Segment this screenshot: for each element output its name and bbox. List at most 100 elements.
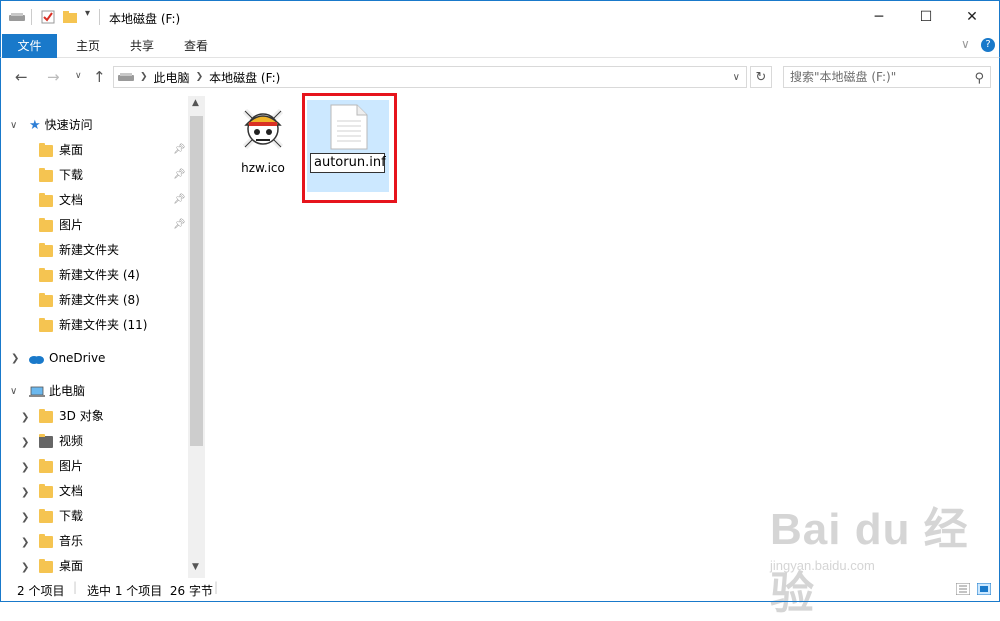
file-hzw-ico[interactable]: hzw.ico: [232, 103, 294, 175]
folder-icon: [39, 167, 53, 182]
folder-icon: [39, 242, 53, 257]
ribbon-tabs: 文件 主页 共享 查看 ∨ ?: [0, 34, 1000, 58]
chevron-right-icon[interactable]: ❯: [11, 346, 19, 371]
chevron-right-icon[interactable]: ❯: [21, 412, 29, 423]
nav-item-new-folder-8[interactable]: 新建文件夹 (8): [39, 288, 140, 313]
nav-scrollbar[interactable]: ▲ ▼: [188, 96, 205, 578]
nav-item-pictures[interactable]: 图片: [39, 213, 83, 238]
status-bar: 2 个项目 | 选中 1 个项目 26 字节 |: [0, 578, 1000, 602]
nav-label: 下载: [59, 509, 84, 523]
scroll-up-icon[interactable]: ▲: [192, 98, 199, 108]
folder-icon: [39, 267, 53, 282]
nav-item-new-folder[interactable]: 新建文件夹: [39, 238, 119, 263]
nav-label: 图片: [59, 218, 84, 232]
cloud-icon: [29, 355, 44, 364]
back-icon[interactable]: ←: [15, 68, 28, 86]
nav-pc-documents[interactable]: 文档: [39, 479, 83, 504]
chevron-right-icon[interactable]: ❯: [21, 437, 29, 448]
status-divider: |: [214, 580, 219, 594]
folder-icon: [39, 483, 53, 498]
folder-icon: [39, 458, 53, 473]
tab-share[interactable]: 共享: [125, 34, 159, 58]
nav-label: 图片: [59, 459, 84, 473]
nav-label: 新建文件夹 (4): [59, 268, 140, 282]
nav-label: 文档: [59, 193, 84, 207]
skull-icon: [242, 108, 284, 150]
nav-item-new-folder-4[interactable]: 新建文件夹 (4): [39, 263, 140, 288]
folder-icon: [39, 408, 53, 423]
address-dropdown-icon[interactable]: ∨: [733, 72, 740, 83]
tab-file[interactable]: 文件: [2, 34, 57, 58]
nav-pc-pictures[interactable]: 图片: [39, 454, 83, 479]
highlight-annotation-box: [302, 93, 397, 203]
nav-item-downloads[interactable]: 下载: [39, 163, 83, 188]
forward-icon[interactable]: →: [47, 68, 60, 86]
chevron-right-icon[interactable]: ❯: [21, 512, 29, 523]
drive-icon: [9, 13, 25, 21]
title-bar: ▾ 本地磁盘 (F:) ─ ☐ ✕: [0, 0, 1000, 34]
folder-icon: [39, 508, 53, 523]
chevron-right-icon[interactable]: ❯: [21, 537, 29, 548]
nav-label: 文档: [59, 484, 84, 498]
pin-icon[interactable]: 📌︎: [173, 169, 186, 180]
nav-pc-3d-objects[interactable]: 3D 对象: [39, 404, 104, 429]
folder-icon: [39, 558, 53, 573]
selection-info: 选中 1 个项目 26 字节: [87, 584, 213, 598]
close-button[interactable]: ✕: [949, 1, 995, 33]
pin-icon[interactable]: 📌︎: [173, 219, 186, 230]
nav-label: 新建文件夹: [59, 243, 120, 257]
help-icon[interactable]: ?: [981, 38, 995, 52]
breadcrumb-this-pc[interactable]: 此电脑: [154, 69, 190, 86]
pin-icon[interactable]: 📌︎: [173, 194, 186, 205]
chevron-down-icon[interactable]: ∨: [10, 379, 17, 404]
nav-item-new-folder-11[interactable]: 新建文件夹 (11): [39, 313, 147, 338]
nav-pc-videos[interactable]: 视频: [39, 429, 83, 454]
large-icons-view-icon[interactable]: [977, 583, 991, 595]
nav-quick-access[interactable]: ∨ ★ 快速访问: [1, 113, 93, 138]
nav-pc-downloads[interactable]: 下载: [39, 504, 83, 529]
nav-label: 新建文件夹 (11): [59, 318, 148, 332]
nav-label: 桌面: [59, 143, 84, 157]
nav-item-desktop[interactable]: 桌面: [39, 138, 83, 163]
chevron-right-icon[interactable]: ❯: [21, 487, 29, 498]
nav-this-pc[interactable]: ∨ 此电脑: [1, 379, 85, 404]
search-input[interactable]: 搜索"本地磁盘 (F:)" ⚲: [783, 66, 991, 88]
customize-toolbar-icon[interactable]: ▾: [85, 8, 90, 19]
new-folder-icon[interactable]: [63, 10, 77, 24]
minimize-button[interactable]: ─: [856, 1, 902, 33]
chevron-right-icon: ❯: [140, 72, 148, 82]
scroll-thumb[interactable]: [190, 116, 203, 446]
video-folder-icon: [39, 433, 53, 448]
nav-pc-desktop[interactable]: 桌面: [39, 554, 83, 578]
chevron-down-icon[interactable]: ∨: [10, 113, 17, 138]
up-icon[interactable]: ↑: [93, 68, 106, 86]
breadcrumb-drive[interactable]: 本地磁盘 (F:): [209, 69, 280, 86]
chevron-right-icon[interactable]: ❯: [21, 562, 29, 573]
address-bar[interactable]: ❯ 此电脑 ❯ 本地磁盘 (F:) ∨: [113, 66, 747, 88]
nav-label: 下载: [59, 168, 84, 182]
search-placeholder: 搜索"本地磁盘 (F:)": [790, 70, 897, 84]
scroll-down-icon[interactable]: ▼: [192, 562, 199, 572]
chevron-right-icon[interactable]: ❯: [21, 462, 29, 473]
properties-icon[interactable]: [41, 10, 55, 24]
nav-label: 桌面: [59, 559, 84, 573]
details-view-icon[interactable]: [956, 583, 970, 595]
nav-label: 3D 对象: [59, 409, 104, 423]
tab-view[interactable]: 查看: [179, 34, 213, 58]
nav-label: 视频: [59, 434, 84, 448]
pin-icon[interactable]: 📌︎: [173, 144, 186, 155]
nav-label: 此电脑: [49, 384, 86, 398]
address-row: ← → ∨ ↑ ❯ 此电脑 ❯ 本地磁盘 (F:) ∨ ↻ 搜索"本地磁盘 (F…: [0, 58, 1000, 96]
tab-home[interactable]: 主页: [71, 34, 105, 58]
nav-onedrive[interactable]: ❯ OneDrive: [1, 346, 105, 371]
nav-label: 快速访问: [44, 118, 93, 132]
nav-pc-music[interactable]: 音乐: [39, 529, 83, 554]
expand-ribbon-icon[interactable]: ∨: [961, 37, 970, 51]
recent-locations-icon[interactable]: ∨: [75, 71, 82, 81]
folder-icon: [39, 142, 53, 157]
nav-label: 音乐: [59, 534, 84, 548]
maximize-button[interactable]: ☐: [903, 1, 949, 33]
nav-label: OneDrive: [49, 351, 106, 365]
refresh-button[interactable]: ↻: [750, 66, 772, 88]
nav-item-documents[interactable]: 文档: [39, 188, 83, 213]
